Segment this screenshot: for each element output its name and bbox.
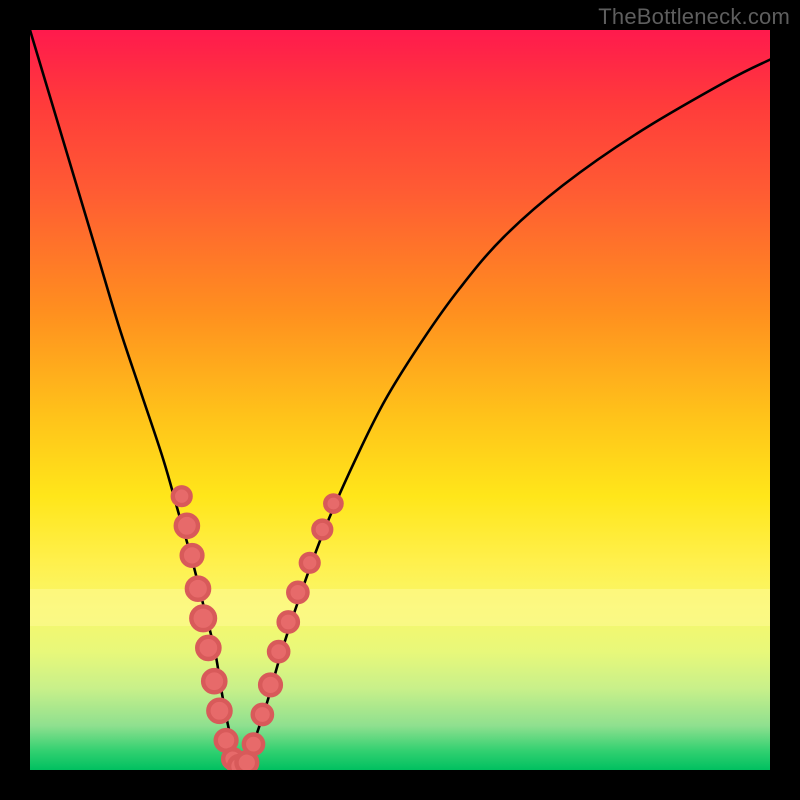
data-point xyxy=(182,545,203,566)
plot-area xyxy=(30,30,770,770)
data-point xyxy=(301,554,319,572)
data-point xyxy=(260,675,281,696)
data-point xyxy=(325,495,341,511)
data-point xyxy=(208,700,230,722)
data-point xyxy=(187,578,209,600)
data-point xyxy=(197,637,219,659)
chart-svg xyxy=(30,30,770,770)
bottleneck-curve xyxy=(30,30,770,770)
data-point xyxy=(253,705,272,724)
watermark-text: TheBottleneck.com xyxy=(598,4,790,30)
data-point xyxy=(244,734,263,753)
data-point xyxy=(203,670,225,692)
data-point xyxy=(313,521,331,539)
data-point xyxy=(288,583,307,602)
chart-frame: TheBottleneck.com xyxy=(0,0,800,800)
data-point xyxy=(173,487,191,505)
data-point-markers xyxy=(173,487,342,770)
data-point xyxy=(191,606,215,630)
data-point xyxy=(279,612,298,631)
data-point xyxy=(176,515,198,537)
data-point xyxy=(269,642,288,661)
